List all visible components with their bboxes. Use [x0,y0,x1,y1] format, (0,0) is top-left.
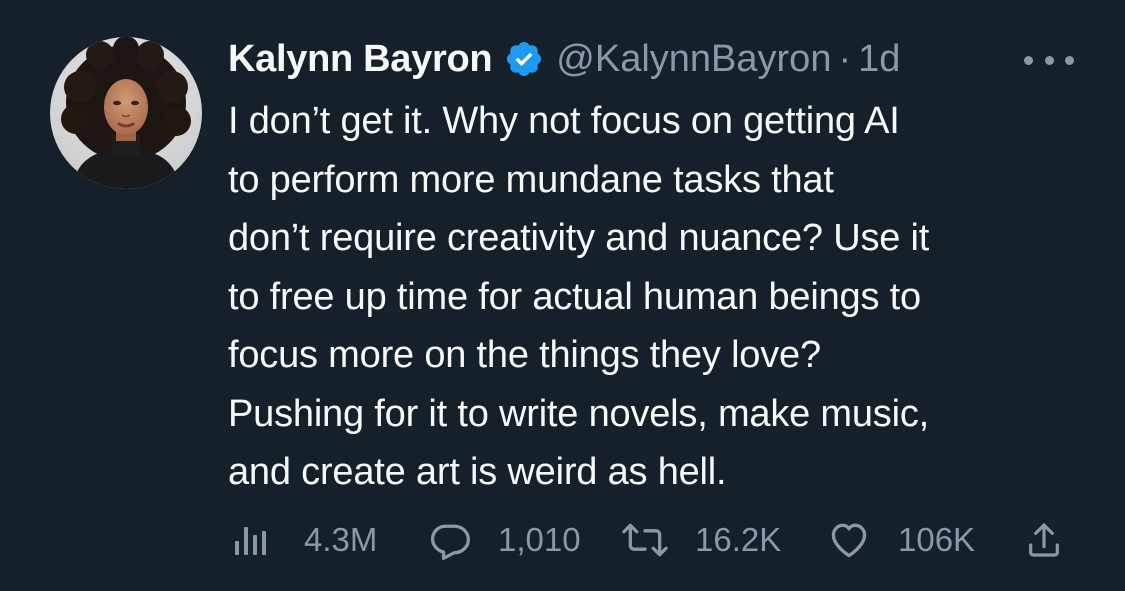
tweet-text-line: and create art is weird as hell. [228,451,727,493]
tweet: Kalynn Bayron @KalynnBayron · 1d I don’t… [0,0,1125,591]
tweet-text: I don’t get it. Why not focus on getting… [228,92,1108,502]
more-options-icon[interactable] [1024,42,1074,78]
retweet-button[interactable]: 16.2K [621,515,781,565]
reply-count: 1,010 [498,521,581,558]
author-name[interactable]: Kalynn Bayron [228,38,493,81]
share-upload-icon [1029,523,1059,557]
reply-button[interactable]: 1,010 [428,515,581,565]
tweet-text-line: I don’t get it. Why not focus on getting… [228,100,900,142]
avatar[interactable] [50,37,202,189]
tweet-text-line: to perform more mundane tasks that [228,158,834,201]
more-dot [1065,55,1074,65]
tweet-text-line: don’t require creativity and nuance? Use… [228,217,930,259]
heart-icon [831,523,867,558]
verified-badge-icon [504,39,544,79]
retweet-count: 16.2K [695,521,782,558]
tweet-text-line: Pushing for it to write novels, make mus… [228,392,930,435]
like-button[interactable]: 106K [826,515,975,565]
views-count: 4.3M [304,521,378,558]
tweet-text-line: focus more on the things they love? [228,334,821,376]
action-bar: 4.3M 1,010 16.2K 106K [228,515,1088,565]
more-dot [1024,55,1033,65]
separator-dot: · [838,37,852,80]
more-dot [1044,55,1054,65]
reply-bubble-icon [430,524,470,560]
timestamp[interactable]: 1d [858,38,900,81]
like-count: 106K [898,521,976,558]
author-handle[interactable]: @KalynnBayron [556,38,831,81]
retweet-arrows-icon [622,523,668,557]
share-button[interactable] [1024,515,1064,565]
views-bar-chart-icon [235,527,266,555]
tweet-text-line: to free up time for actual human beings … [228,275,921,318]
tweet-header: Kalynn Bayron @KalynnBayron · 1d [228,36,900,82]
views-button[interactable]: 4.3M [232,515,377,565]
